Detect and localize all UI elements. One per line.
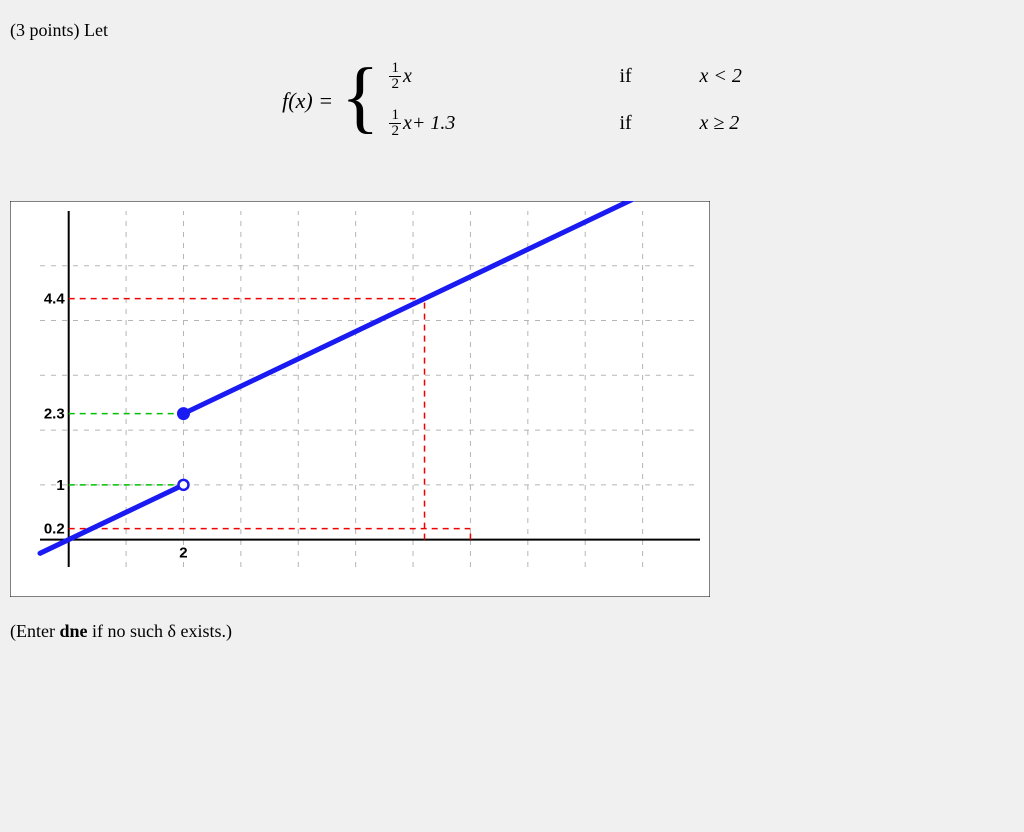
brace-left: { (341, 57, 379, 137)
piecewise-graph: 0.2 1 2.3 4.4 2 (10, 201, 710, 597)
piecewise-equation: f(x) = { 1 2 x if x < 2 1 (10, 61, 1014, 141)
enter-dne-hint: (Enter dne if no such δ exists.) (10, 621, 1014, 642)
svg-text:2.3: 2.3 (44, 406, 65, 423)
case-1: 1 2 x if x < 2 (389, 61, 741, 92)
graph-container: 0.2 1 2.3 4.4 2 (10, 201, 1014, 597)
svg-text:4.4: 4.4 (44, 291, 66, 308)
case-2: 1 2 x + 1.3 if x ≥ 2 (389, 108, 741, 139)
points-label: (3 points) Let (10, 20, 1014, 41)
svg-text:1: 1 (56, 477, 64, 494)
svg-text:2: 2 (179, 545, 187, 562)
svg-text:0.2: 0.2 (44, 521, 65, 538)
equation-lhs: f(x) = (282, 61, 333, 141)
